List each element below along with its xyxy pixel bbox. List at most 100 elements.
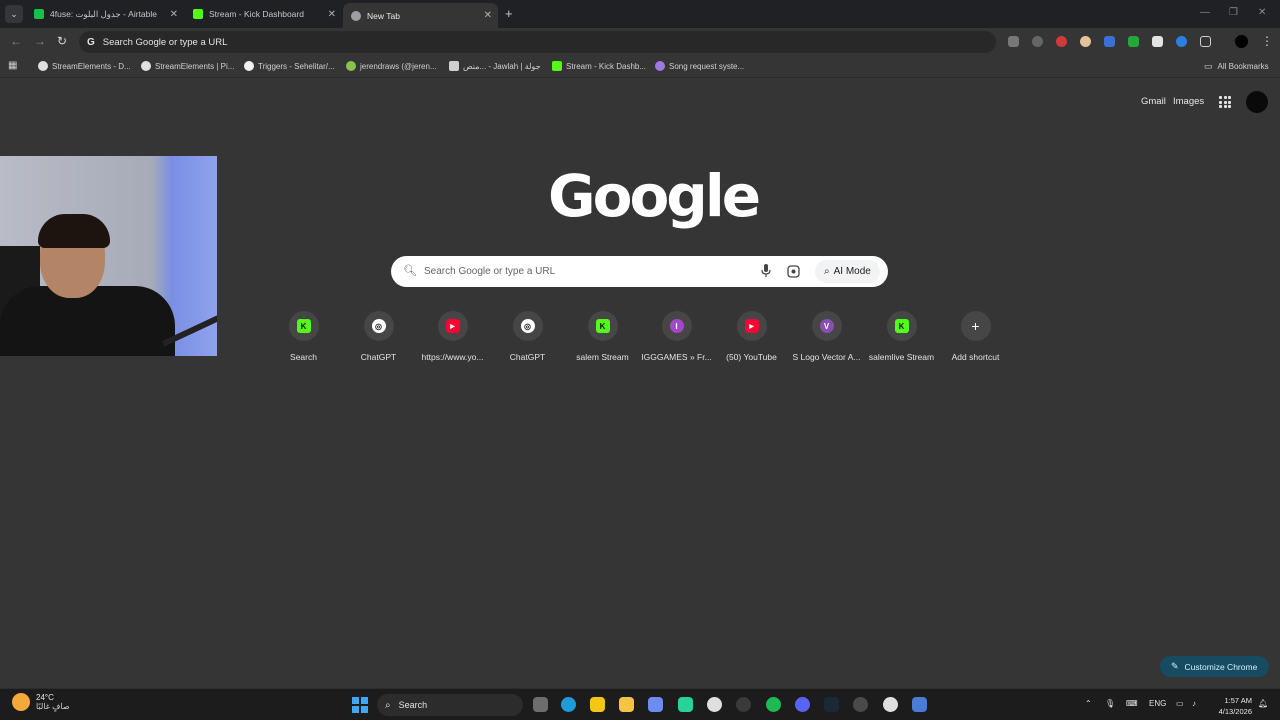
lens-icon[interactable]: [787, 265, 800, 278]
extension-icon[interactable]: [1008, 36, 1019, 47]
reload-icon[interactable]: ↻: [57, 34, 67, 48]
close-icon[interactable]: ✕: [484, 10, 492, 21]
chrome-icon: [351, 10, 361, 21]
chevron-up-icon[interactable]: ⌃: [1085, 699, 1092, 708]
gmail-link[interactable]: Gmail: [1141, 96, 1166, 107]
weather-condition: صافٍ غالبًا: [36, 702, 70, 711]
chrome-icon[interactable]: [883, 697, 898, 712]
weather-icon: [12, 693, 30, 711]
shortcut-tile[interactable]: ▶ (50) YouTube: [714, 311, 789, 362]
microphone-icon[interactable]: 🎙︎: [1105, 699, 1115, 708]
maximize-icon[interactable]: ❐: [1229, 7, 1238, 18]
voice-search-icon[interactable]: [761, 264, 771, 278]
extension-icon[interactable]: [1056, 36, 1067, 47]
bookmark-item[interactable]: Stream - Kick Dashb...: [552, 61, 646, 71]
extensions-puzzle-icon[interactable]: [1200, 36, 1211, 47]
shortcut-label: (50) YouTube: [726, 352, 777, 362]
settings-icon[interactable]: [853, 697, 868, 712]
add-shortcut-button[interactable]: + Add shortcut: [938, 311, 1013, 362]
bookmark-item[interactable]: StreamElements | Pi...: [141, 61, 234, 71]
shortcut-tile[interactable]: ▶ https://www.yo...: [415, 311, 490, 362]
apps-grid-icon[interactable]: ▦: [8, 60, 17, 71]
bookmark-item[interactable]: Song request syste...: [655, 61, 744, 71]
shortcut-tile[interactable]: K Search: [266, 311, 341, 362]
shortcut-tile[interactable]: V S Logo Vector A...: [789, 311, 864, 362]
extension-icon[interactable]: [1176, 36, 1187, 47]
shortcut-label: ChatGPT: [360, 352, 397, 362]
minimize-icon[interactable]: —: [1200, 7, 1210, 18]
shortcut-tile[interactable]: ◎ ChatGPT: [341, 311, 416, 362]
steam-icon[interactable]: [824, 697, 839, 712]
close-icon[interactable]: ✕: [170, 9, 178, 20]
audio-app-icon[interactable]: [678, 697, 693, 712]
pencil-icon: ✎: [1171, 661, 1179, 671]
spotify-icon[interactable]: [766, 697, 781, 712]
google-apps-icon[interactable]: [1219, 96, 1231, 108]
profile-avatar[interactable]: [1235, 35, 1248, 48]
bookmark-item[interactable]: منص... - Jawlah | جولة: [449, 61, 541, 71]
images-link[interactable]: Images: [1173, 96, 1204, 107]
copilot-icon[interactable]: [648, 697, 663, 712]
extension-icon[interactable]: [1032, 36, 1043, 47]
person-hair: [38, 214, 110, 248]
rockstar-icon[interactable]: [590, 697, 605, 712]
customize-chrome-button[interactable]: ✎ Customize Chrome: [1160, 656, 1269, 677]
chevron-down-icon: ⌄: [10, 8, 18, 19]
extension-icon[interactable]: [1104, 36, 1115, 47]
bookmark-label: Song request syste...: [669, 61, 745, 71]
edge-icon[interactable]: [561, 697, 576, 712]
airtable-icon: [34, 9, 44, 19]
shortcut-tile[interactable]: ◎ ChatGPT: [490, 311, 565, 362]
obs-icon[interactable]: [736, 697, 751, 712]
shortcut-label: https://www.yo...: [421, 352, 484, 362]
start-button[interactable]: [352, 697, 368, 713]
omnibox[interactable]: G Search Google or type a URL: [79, 31, 996, 53]
discord-icon[interactable]: [795, 697, 810, 712]
ai-search-icon: ⌕: [824, 266, 830, 277]
close-window-icon[interactable]: ✕: [1258, 7, 1266, 18]
back-icon[interactable]: ←: [10, 34, 22, 48]
extension-icon[interactable]: [1080, 36, 1091, 47]
shortcut-tile[interactable]: K salemlive Stream: [864, 311, 939, 362]
shortcut-tile[interactable]: K salem Stream: [565, 311, 640, 362]
bookmark-item[interactable]: jerendraws (@jeren...: [346, 61, 437, 71]
extension-icon[interactable]: [1128, 36, 1139, 47]
weather-widget[interactable]: 24°C صافٍ غالبًا: [12, 693, 70, 711]
clock[interactable]: 1:57 AM 4/13/2026: [1212, 695, 1252, 717]
tab-kick-dashboard[interactable]: Stream - Kick Dashboard ✕: [185, 3, 342, 25]
bookmark-item[interactable]: StreamElements - D...: [38, 61, 131, 71]
task-view-icon[interactable]: [533, 697, 548, 712]
tab-title: 4fuse: جدول البلوت - Airtable: [50, 8, 157, 19]
volume-icon[interactable]: ♪: [1192, 699, 1196, 708]
song-request-icon: [655, 61, 665, 71]
shortcut-tile[interactable]: I IGGGAMES » Fr...: [639, 311, 714, 362]
notification-bell-icon[interactable]: 🔔︎: [1258, 699, 1268, 708]
network-icon[interactable]: ▭: [1176, 699, 1184, 708]
extension-icon[interactable]: [1152, 36, 1163, 47]
keyboard-icon[interactable]: ⌨: [1126, 699, 1138, 708]
forward-icon[interactable]: →: [34, 34, 46, 48]
file-explorer-icon[interactable]: [619, 697, 634, 712]
search-box[interactable]: 🔍︎ Search Google or type a URL ⌕ AI Mode: [391, 256, 888, 287]
ai-mode-label: AI Mode: [833, 266, 871, 277]
tab-airtable[interactable]: 4fuse: جدول البلوت - Airtable ✕: [26, 3, 184, 25]
new-tab-button[interactable]: +: [505, 6, 513, 21]
close-icon[interactable]: ✕: [328, 9, 336, 20]
shortcut-label: IGGGAMES » Fr...: [641, 352, 712, 362]
tab-new-tab[interactable]: New Tab ✕: [343, 3, 498, 28]
letter-v-icon: V: [819, 319, 834, 333]
webcam-overlay: [0, 156, 217, 356]
all-bookmarks[interactable]: ▭ All Bookmarks: [1204, 61, 1269, 72]
all-bookmarks-label: All Bookmarks: [1217, 62, 1269, 71]
account-avatar[interactable]: [1246, 91, 1268, 113]
ai-mode-button[interactable]: ⌕ AI Mode: [815, 260, 880, 283]
chrome-icon[interactable]: [707, 697, 722, 712]
taskbar-search[interactable]: ⌕ Search: [377, 694, 523, 716]
github-icon: [244, 61, 254, 71]
tab-search-button[interactable]: ⌄: [5, 5, 23, 23]
language-indicator[interactable]: ENG: [1149, 699, 1166, 708]
menu-kebab-icon[interactable]: ⋮: [1261, 34, 1273, 48]
app-icon[interactable]: [912, 697, 927, 712]
bookmark-item[interactable]: Triggers - Sehelitar/...: [244, 61, 335, 71]
customize-label: Customize Chrome: [1184, 661, 1258, 672]
